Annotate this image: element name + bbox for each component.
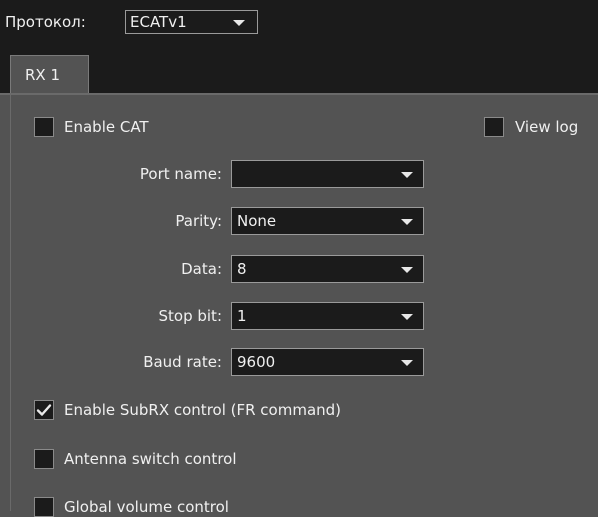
parity-value: None <box>237 212 277 230</box>
checkmark-icon <box>36 404 52 416</box>
parity-label: Parity: <box>175 212 222 230</box>
tab-rx1[interactable]: RX 1 <box>10 55 89 95</box>
port-name-label: Port name: <box>139 165 222 183</box>
chevron-down-icon <box>401 172 413 178</box>
stop-bit-value: 1 <box>237 307 247 325</box>
antenna-switch-checkbox[interactable] <box>34 449 54 469</box>
view-log-label: View log <box>515 118 579 136</box>
chevron-down-icon <box>401 360 413 366</box>
parity-select[interactable]: None <box>231 207 424 235</box>
tab-bar: RX 1 <box>0 43 598 95</box>
chevron-down-icon <box>233 20 245 26</box>
port-name-select[interactable] <box>231 160 424 188</box>
global-volume-checkbox[interactable] <box>34 497 54 517</box>
chevron-down-icon <box>401 314 413 320</box>
subrx-label: Enable SubRX control (FR command) <box>64 401 342 419</box>
stop-bit-label: Stop bit: <box>158 307 223 325</box>
protocol-select-value: ECATv1 <box>130 13 187 31</box>
chevron-down-icon <box>401 267 413 273</box>
tab-rx1-label: RX 1 <box>25 66 61 84</box>
data-bits-value: 8 <box>237 260 247 278</box>
enable-cat-label: Enable CAT <box>64 118 149 136</box>
stop-bit-select[interactable]: 1 <box>231 302 424 330</box>
panel-divider <box>0 93 598 95</box>
chevron-down-icon <box>401 219 413 225</box>
baud-rate-select[interactable]: 9600 <box>231 348 424 376</box>
view-log-checkbox[interactable] <box>484 117 504 137</box>
baud-rate-value: 9600 <box>237 353 276 371</box>
protocol-label: Протокол: <box>5 13 86 31</box>
antenna-switch-label: Antenna switch control <box>64 450 237 468</box>
protocol-bar: Протокол: ECATv1 <box>0 0 598 43</box>
data-bits-select[interactable]: 8 <box>231 255 424 283</box>
baud-rate-label: Baud rate: <box>143 353 222 371</box>
enable-cat-checkbox[interactable] <box>34 117 54 137</box>
protocol-select[interactable]: ECATv1 <box>125 10 258 34</box>
global-volume-label: Global volume control <box>64 498 229 516</box>
data-bits-label: Data: <box>181 260 222 278</box>
subrx-checkbox[interactable] <box>34 400 54 420</box>
